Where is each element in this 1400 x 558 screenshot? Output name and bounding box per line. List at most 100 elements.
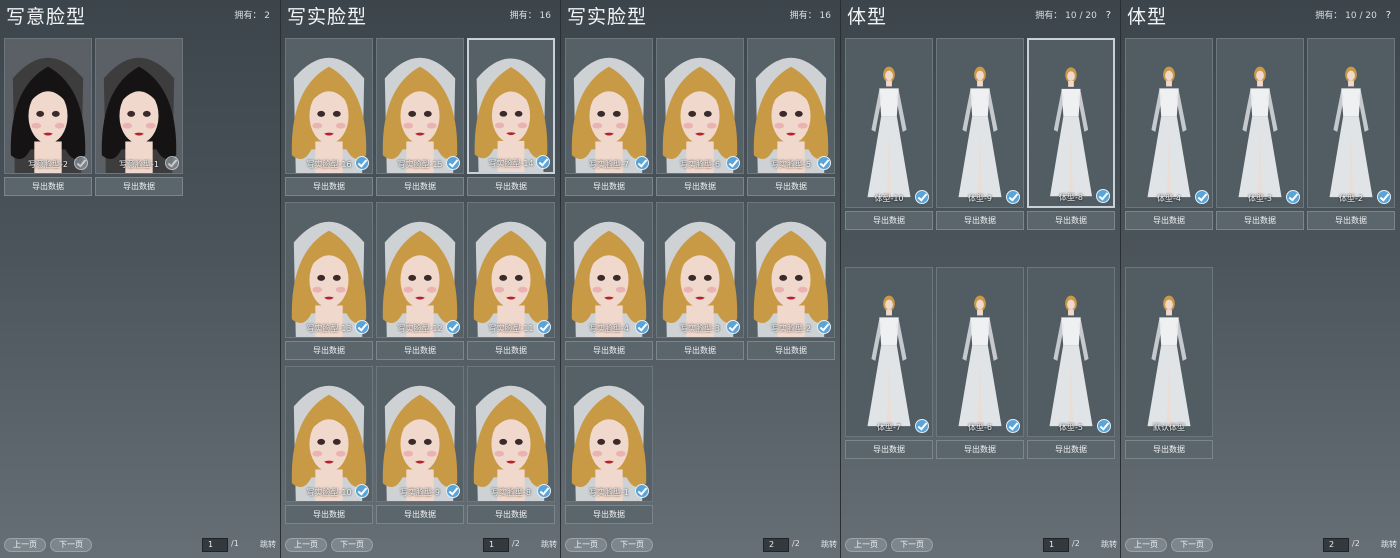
face-thumbnail[interactable]: 写实脸型-10 (285, 366, 373, 502)
face-card[interactable]: 写实脸型-12 导出数据 (376, 202, 464, 360)
body-thumbnail[interactable]: 体型-5 (1027, 267, 1115, 437)
face-card[interactable]: 写实脸型-14 导出数据 (467, 38, 555, 196)
export-data-button[interactable]: 导出数据 (747, 177, 835, 196)
page-number-input[interactable]: 2 (1323, 538, 1349, 552)
export-data-button[interactable]: 导出数据 (565, 505, 653, 524)
page-number-input[interactable]: 1 (483, 538, 509, 552)
face-card[interactable]: 写意脸型-2 导出数据 (4, 38, 92, 196)
export-data-button[interactable]: 导出数据 (1125, 440, 1213, 459)
export-data-button[interactable]: 导出数据 (1125, 211, 1213, 230)
export-data-button[interactable]: 导出数据 (285, 177, 373, 196)
face-thumbnail[interactable]: 写实脸型-11 (467, 202, 555, 338)
jump-button[interactable]: 跳转 (1101, 539, 1117, 550)
face-card[interactable]: 写实脸型-9 导出数据 (376, 366, 464, 524)
face-card[interactable]: 写实脸型-8 导出数据 (467, 366, 555, 524)
face-thumbnail[interactable]: 写实脸型-16 (285, 38, 373, 174)
face-thumbnail[interactable]: 写实脸型-1 (565, 366, 653, 502)
body-thumbnail[interactable]: 体型-2 (1307, 38, 1395, 208)
export-data-button[interactable]: 导出数据 (4, 177, 92, 196)
export-data-button[interactable]: 导出数据 (747, 341, 835, 360)
export-data-button[interactable]: 导出数据 (656, 341, 744, 360)
jump-button[interactable]: 跳转 (541, 539, 557, 550)
export-data-button[interactable]: 导出数据 (565, 177, 653, 196)
next-page-button[interactable]: 下一页 (331, 538, 373, 552)
prev-page-button[interactable]: 上一页 (845, 538, 887, 552)
body-thumbnail[interactable]: 体型-10 (845, 38, 933, 208)
body-thumbnail[interactable]: 体型-9 (936, 38, 1024, 208)
help-icon[interactable]: ? (1106, 10, 1111, 21)
face-card[interactable]: 写实脸型-11 导出数据 (467, 202, 555, 360)
body-card[interactable]: 默认体型 导出数据 (1125, 267, 1213, 459)
prev-page-button[interactable]: 上一页 (285, 538, 327, 552)
export-data-button[interactable]: 导出数据 (656, 177, 744, 196)
next-page-button[interactable]: 下一页 (1171, 538, 1213, 552)
body-thumbnail[interactable]: 体型-8 (1027, 38, 1115, 208)
body-thumbnail[interactable]: 体型-4 (1125, 38, 1213, 208)
export-data-button[interactable]: 导出数据 (467, 505, 555, 524)
face-thumbnail[interactable]: 写意脸型-2 (4, 38, 92, 174)
face-card[interactable]: 写实脸型-5 导出数据 (747, 38, 835, 196)
face-card[interactable]: 写实脸型-7 导出数据 (565, 38, 653, 196)
face-card[interactable]: 写实脸型-3 导出数据 (656, 202, 744, 360)
face-thumbnail[interactable]: 写实脸型-9 (376, 366, 464, 502)
body-card[interactable]: 体型-3 导出数据 (1216, 38, 1304, 230)
body-card[interactable]: 体型-7 导出数据 (845, 267, 933, 459)
export-data-button[interactable]: 导出数据 (1216, 211, 1304, 230)
export-data-button[interactable]: 导出数据 (467, 177, 555, 196)
body-thumbnail[interactable]: 体型-7 (845, 267, 933, 437)
page-number-input[interactable]: 1 (202, 538, 228, 552)
export-data-button[interactable]: 导出数据 (565, 341, 653, 360)
next-page-button[interactable]: 下一页 (891, 538, 933, 552)
face-thumbnail[interactable]: 写实脸型-12 (376, 202, 464, 338)
body-card[interactable]: 体型-10 导出数据 (845, 38, 933, 230)
face-thumbnail[interactable]: 写实脸型-4 (565, 202, 653, 338)
body-card[interactable]: 体型-8 导出数据 (1027, 38, 1115, 230)
prev-page-button[interactable]: 上一页 (4, 538, 46, 552)
face-card[interactable]: 写实脸型-16 导出数据 (285, 38, 373, 196)
face-thumbnail[interactable]: 写实脸型-6 (656, 38, 744, 174)
help-icon[interactable]: ? (1386, 10, 1391, 21)
face-thumbnail[interactable]: 写实脸型-14 (467, 38, 555, 174)
face-card[interactable]: 写实脸型-4 导出数据 (565, 202, 653, 360)
export-data-button[interactable]: 导出数据 (95, 177, 183, 196)
face-card[interactable]: 写实脸型-2 导出数据 (747, 202, 835, 360)
export-data-button[interactable]: 导出数据 (376, 341, 464, 360)
export-data-button[interactable]: 导出数据 (936, 440, 1024, 459)
prev-page-button[interactable]: 上一页 (565, 538, 607, 552)
prev-page-button[interactable]: 上一页 (1125, 538, 1167, 552)
export-data-button[interactable]: 导出数据 (376, 505, 464, 524)
face-card[interactable]: 写实脸型-15 导出数据 (376, 38, 464, 196)
face-thumbnail[interactable]: 写实脸型-15 (376, 38, 464, 174)
face-thumbnail[interactable]: 写实脸型-7 (565, 38, 653, 174)
body-card[interactable]: 体型-4 导出数据 (1125, 38, 1213, 230)
face-thumbnail[interactable]: 写实脸型-2 (747, 202, 835, 338)
face-card[interactable]: 写实脸型-6 导出数据 (656, 38, 744, 196)
jump-button[interactable]: 跳转 (821, 539, 837, 550)
body-card[interactable]: 体型-2 导出数据 (1307, 38, 1395, 230)
jump-button[interactable]: 跳转 (1381, 539, 1397, 550)
face-card[interactable]: 写意脸型-1 导出数据 (95, 38, 183, 196)
page-number-input[interactable]: 1 (1043, 538, 1069, 552)
next-page-button[interactable]: 下一页 (50, 538, 92, 552)
face-card[interactable]: 写实脸型-1 导出数据 (565, 366, 653, 524)
export-data-button[interactable]: 导出数据 (845, 440, 933, 459)
export-data-button[interactable]: 导出数据 (845, 211, 933, 230)
body-card[interactable]: 体型-9 导出数据 (936, 38, 1024, 230)
body-thumbnail[interactable]: 默认体型 (1125, 267, 1213, 437)
export-data-button[interactable]: 导出数据 (936, 211, 1024, 230)
export-data-button[interactable]: 导出数据 (376, 177, 464, 196)
body-card[interactable]: 体型-5 导出数据 (1027, 267, 1115, 459)
jump-button[interactable]: 跳转 (260, 539, 276, 550)
face-thumbnail[interactable]: 写实脸型-8 (467, 366, 555, 502)
body-card[interactable]: 体型-6 导出数据 (936, 267, 1024, 459)
next-page-button[interactable]: 下一页 (611, 538, 653, 552)
body-thumbnail[interactable]: 体型-3 (1216, 38, 1304, 208)
export-data-button[interactable]: 导出数据 (1307, 211, 1395, 230)
face-card[interactable]: 写实脸型-10 导出数据 (285, 366, 373, 524)
export-data-button[interactable]: 导出数据 (467, 341, 555, 360)
export-data-button[interactable]: 导出数据 (1027, 440, 1115, 459)
face-thumbnail[interactable]: 写实脸型-13 (285, 202, 373, 338)
export-data-button[interactable]: 导出数据 (285, 505, 373, 524)
export-data-button[interactable]: 导出数据 (285, 341, 373, 360)
page-number-input[interactable]: 2 (763, 538, 789, 552)
